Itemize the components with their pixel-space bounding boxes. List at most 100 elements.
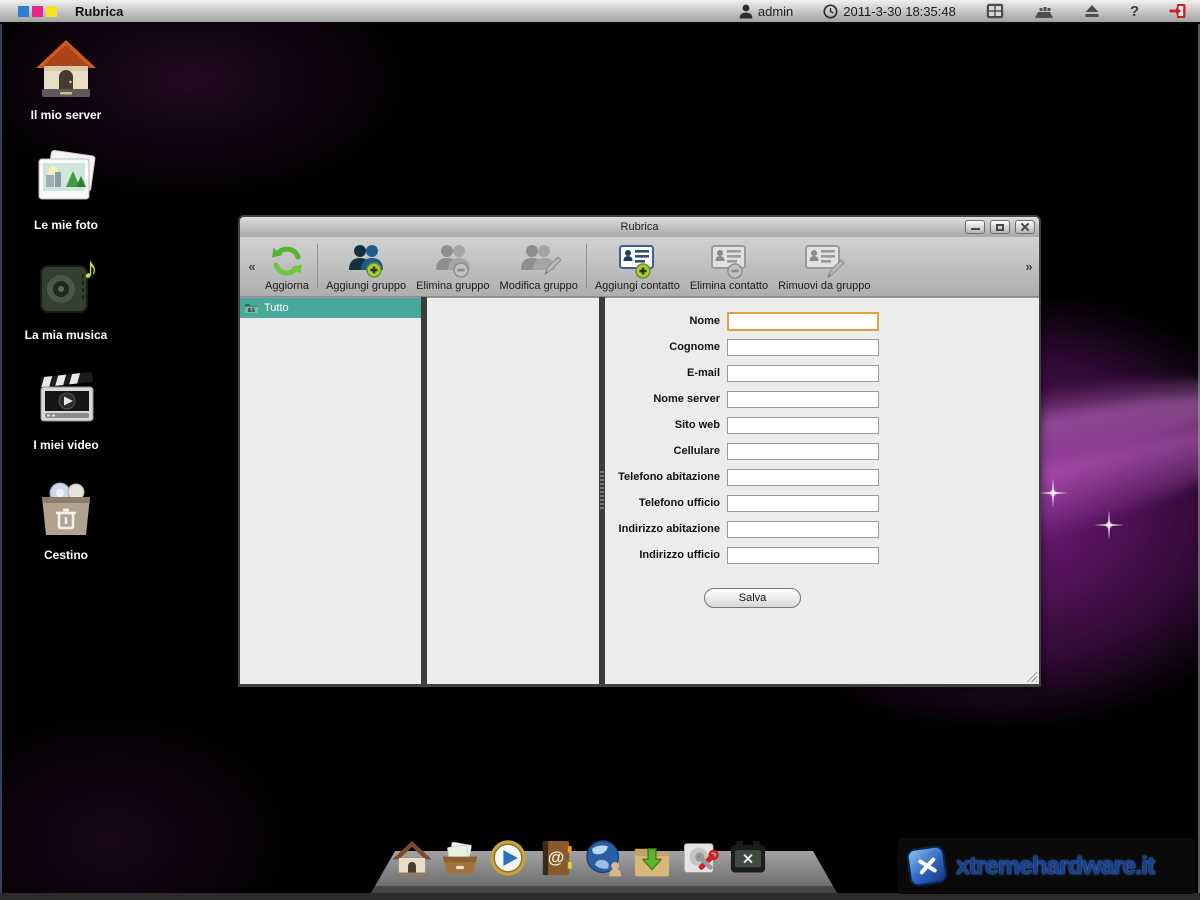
toolbar-button-label: Rimuovi da gruppo: [778, 280, 870, 292]
group-item-label: Tutto: [264, 302, 289, 314]
close-button[interactable]: [1015, 220, 1035, 234]
minimize-button[interactable]: [965, 220, 985, 234]
user-menu[interactable]: admin: [739, 4, 793, 19]
refresh-button[interactable]: Aggiorna: [260, 237, 314, 296]
toolbar-button-label: Aggiorna: [265, 280, 309, 292]
panel-splitter[interactable]: [421, 297, 427, 684]
field-label-cellulare: Cellulare: [605, 445, 727, 457]
email-field[interactable]: [727, 365, 879, 382]
window-titlebar[interactable]: Rubrica: [240, 217, 1039, 237]
home-icon: [32, 34, 100, 104]
form-row: Nome server: [605, 390, 1039, 408]
dock-media-player-icon[interactable]: [486, 836, 530, 880]
add-group-button[interactable]: Aggiungi gruppo: [321, 237, 411, 296]
group-edit-icon: [517, 242, 561, 280]
field-label-indirizzo-abitazione: Indirizzo abitazione: [605, 523, 727, 535]
logo-square-yellow: [46, 6, 57, 17]
groups-panel: Tutto: [240, 297, 421, 684]
contact-form: Nome Cognome E-mail Nome server Sito web: [605, 298, 1039, 608]
field-label-email: E-mail: [605, 367, 727, 379]
toolbar-scroll-left-icon[interactable]: «: [244, 237, 260, 296]
indirizzo-abitazione-field[interactable]: [727, 521, 879, 538]
brand-logo: [18, 6, 57, 17]
rubrica-window: Rubrica « Aggiorna: [238, 215, 1041, 687]
clock-display: 2011-3-30 18:35:48: [823, 4, 956, 19]
cellulare-field[interactable]: [727, 443, 879, 460]
toolbar-scroll-right-icon[interactable]: »: [1021, 237, 1037, 296]
contacts-list-panel[interactable]: [427, 297, 599, 684]
screen-edge: [0, 0, 2, 900]
group-item-tutto[interactable]: Tutto: [240, 298, 421, 318]
dock-disk-utility-icon[interactable]: [678, 836, 722, 880]
contact-remove-icon: [708, 242, 750, 280]
sito-web-field[interactable]: [727, 417, 879, 434]
form-row: Indirizzo abitazione: [605, 520, 1039, 538]
logout-icon[interactable]: [1169, 3, 1186, 19]
refresh-icon: [269, 242, 305, 280]
save-button[interactable]: Salva: [704, 588, 801, 608]
form-row: Cellulare: [605, 442, 1039, 460]
desktop-icon-my-server[interactable]: Il mio server: [14, 34, 118, 144]
logo-square-blue: [18, 6, 29, 17]
edit-group-button[interactable]: Modifica gruppo: [495, 237, 583, 296]
toolbar-button-label: Aggiungi contatto: [595, 280, 680, 292]
background-glow: [0, 680, 340, 900]
dock: @: [390, 836, 770, 880]
dock-photos-icon[interactable]: [438, 836, 482, 880]
maximize-button[interactable]: [990, 220, 1010, 234]
top-menubar: Rubrica admin 2011-3-30 18:35:48 ?: [0, 0, 1200, 24]
form-row: Nome: [605, 312, 1039, 330]
delete-contact-button[interactable]: Elimina contatto: [685, 237, 773, 296]
dock-toolbox-icon[interactable]: [726, 836, 770, 880]
remove-from-group-button[interactable]: Rimuovi da gruppo: [773, 237, 875, 296]
field-label-telefono-ufficio: Telefono ufficio: [605, 497, 727, 509]
indirizzo-ufficio-field[interactable]: [727, 547, 879, 564]
toolbar-button-label: Aggiungi gruppo: [326, 280, 406, 292]
delete-group-button[interactable]: Elimina gruppo: [411, 237, 494, 296]
form-row: Telefono abitazione: [605, 468, 1039, 486]
window-title: Rubrica: [621, 221, 659, 233]
window-toolbar: « Aggiorna Ag: [240, 237, 1039, 297]
dock-network-places-icon[interactable]: [582, 836, 626, 880]
nome-server-field[interactable]: [727, 391, 879, 408]
toolbar-separator: [317, 244, 318, 289]
eject-icon[interactable]: [1084, 4, 1100, 18]
dock-home-icon[interactable]: [390, 836, 434, 880]
field-label-nome: Nome: [605, 315, 727, 327]
add-contact-button[interactable]: Aggiungi contatto: [590, 237, 685, 296]
desktop-icon-label: I miei video: [33, 438, 98, 452]
desktop-icon-trash[interactable]: Cestino: [14, 474, 118, 584]
dock-address-book-icon[interactable]: @: [534, 836, 578, 880]
group-remove-icon: [432, 242, 474, 280]
cognome-field[interactable]: [727, 339, 879, 356]
field-label-indirizzo-ufficio: Indirizzo ufficio: [605, 549, 727, 561]
desktop-icon-list: Il mio server Le mie foto: [14, 34, 118, 584]
background-sparkle: [1038, 478, 1068, 508]
trash-icon: [32, 474, 100, 544]
telefono-ufficio-field[interactable]: [727, 495, 879, 512]
window-grid-icon[interactable]: [986, 3, 1004, 19]
desktop-icon-my-photos[interactable]: Le mie foto: [14, 144, 118, 254]
desktop-icon-label: La mia musica: [25, 328, 108, 342]
watermark-text: xtremehardware.it: [956, 852, 1154, 881]
clock-icon: [823, 4, 838, 19]
desktop-icon-label: Il mio server: [31, 108, 102, 122]
form-row: Cognome: [605, 338, 1039, 356]
window-body: Tutto Nome Cognome E-mail: [240, 297, 1039, 684]
telefono-abitazione-field[interactable]: [727, 469, 879, 486]
form-row: E-mail: [605, 364, 1039, 382]
field-label-cognome: Cognome: [605, 341, 727, 353]
desktop-icon-my-videos[interactable]: I miei video: [14, 364, 118, 474]
help-icon[interactable]: ?: [1130, 3, 1139, 20]
desktop-icon-my-music[interactable]: ♪ La mia musica: [14, 254, 118, 364]
nome-field[interactable]: [727, 312, 879, 331]
window-resize-grip[interactable]: [1024, 669, 1037, 682]
photos-icon: [32, 144, 100, 214]
toolbar-button-label: Modifica gruppo: [500, 280, 578, 292]
toolbar-button-label: Elimina contatto: [690, 280, 768, 292]
desktop-icon-label: Cestino: [44, 548, 88, 562]
dock-icon[interactable]: [1034, 4, 1054, 19]
background-sparkle: [1094, 510, 1124, 540]
videos-icon: [32, 364, 100, 434]
dock-download-icon[interactable]: [630, 836, 674, 880]
